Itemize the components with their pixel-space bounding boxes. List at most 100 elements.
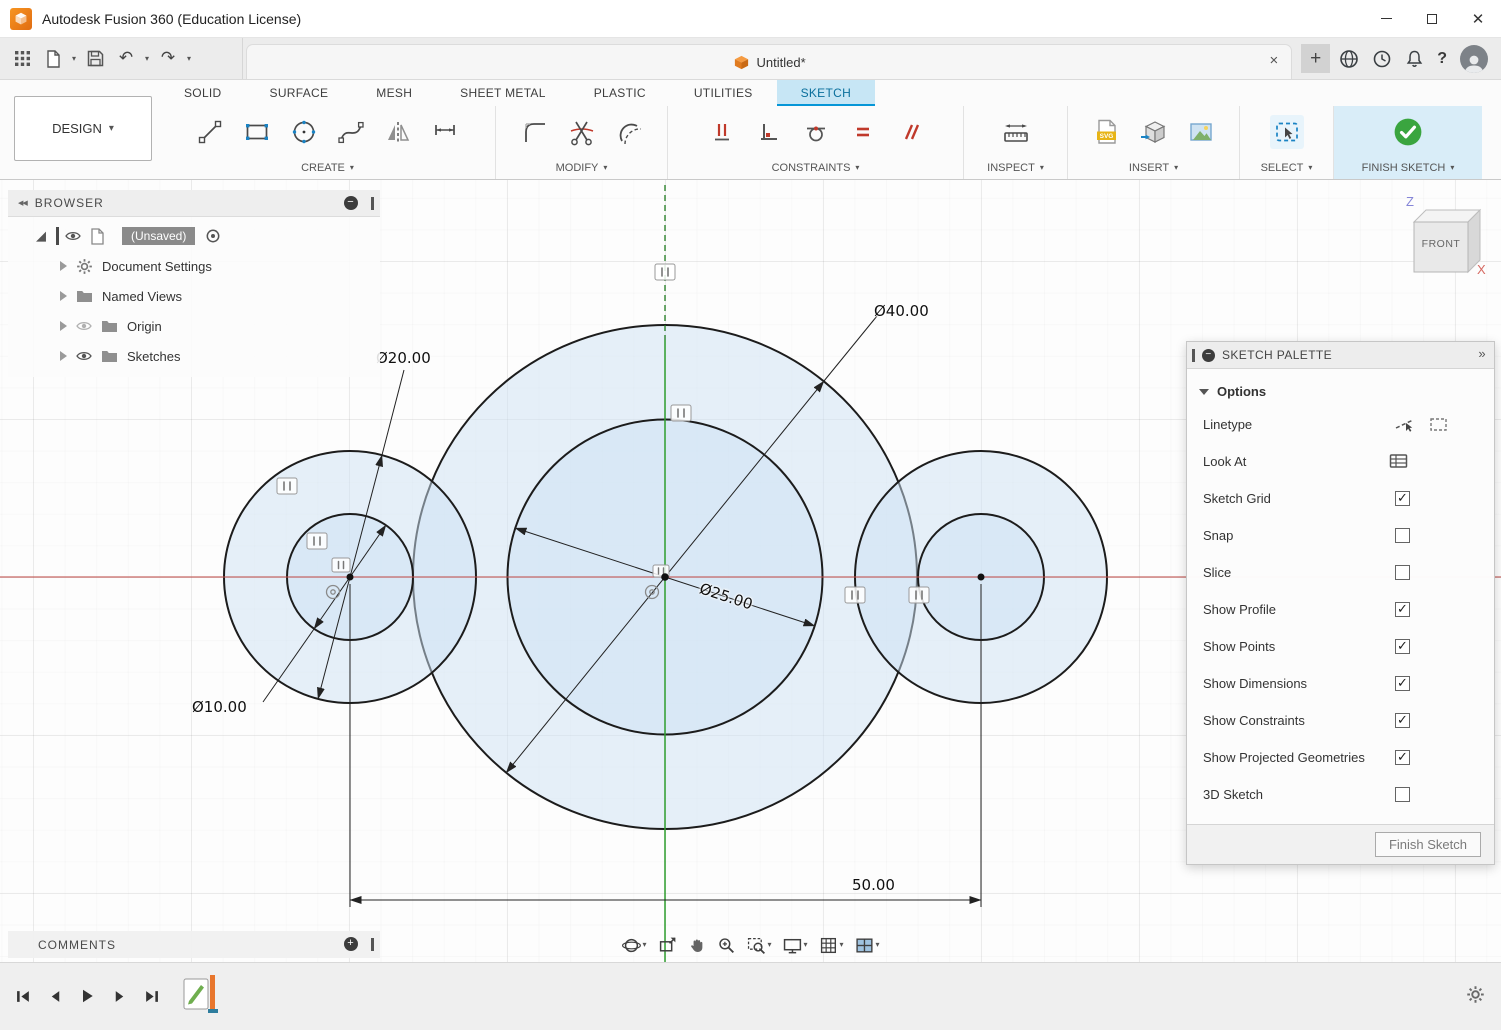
undo-icon[interactable]: ↶ bbox=[114, 47, 138, 71]
orbit-caret-icon[interactable]: ▾ bbox=[642, 941, 646, 949]
comments-add-icon[interactable]: + bbox=[344, 937, 358, 951]
tab-sketch[interactable]: SKETCH bbox=[777, 80, 875, 106]
3d-sketch-checkbox[interactable] bbox=[1395, 787, 1410, 802]
sketch-dimension-tool-icon[interactable] bbox=[428, 115, 462, 149]
maximize-button[interactable] bbox=[1409, 0, 1455, 38]
show-points-checkbox[interactable] bbox=[1395, 639, 1410, 654]
insert-derive-icon[interactable] bbox=[1137, 115, 1171, 149]
minimize-button[interactable] bbox=[1363, 0, 1409, 38]
zoom-window-caret-icon[interactable]: ▾ bbox=[767, 941, 771, 949]
root-document-label[interactable]: (Unsaved) bbox=[122, 227, 195, 245]
save-icon[interactable] bbox=[83, 47, 107, 71]
spline-tool-icon[interactable] bbox=[334, 115, 368, 149]
browser-minus-icon[interactable]: − bbox=[344, 196, 358, 210]
browser-row-named-views[interactable]: Named Views bbox=[8, 281, 380, 311]
skip-to-start-button[interactable] bbox=[10, 983, 36, 1009]
browser-row-origin[interactable]: Origin bbox=[8, 311, 380, 341]
browser-drag-triangle-icon[interactable]: ◢ bbox=[36, 228, 46, 244]
centerline-linetype-icon[interactable] bbox=[1428, 416, 1450, 433]
browser-row-document-settings[interactable]: Document Settings bbox=[8, 251, 380, 281]
expand-arrow-icon[interactable] bbox=[60, 321, 67, 331]
finish-sketch-button[interactable]: Finish Sketch bbox=[1375, 832, 1481, 857]
fillet-tool-icon[interactable] bbox=[518, 115, 552, 149]
visibility-eye-icon[interactable] bbox=[65, 228, 81, 244]
redo-icon[interactable]: ↷ bbox=[156, 47, 180, 71]
constraints-group-label[interactable]: CONSTRAINTS ▾ bbox=[668, 156, 963, 179]
modify-group-label[interactable]: MODIFY ▾ bbox=[496, 156, 667, 179]
show-constraints-checkbox[interactable] bbox=[1395, 713, 1410, 728]
help-icon[interactable]: ? bbox=[1437, 50, 1447, 68]
tab-mesh[interactable]: MESH bbox=[352, 80, 436, 106]
dimension-d10[interactable]: Ø10.00 bbox=[192, 698, 247, 716]
inspect-group-label[interactable]: INSPECT ▾ bbox=[964, 156, 1067, 179]
show-profile-checkbox[interactable] bbox=[1395, 602, 1410, 617]
show-dimensions-checkbox[interactable] bbox=[1395, 676, 1410, 691]
timeline-settings-gear-icon[interactable] bbox=[1466, 985, 1485, 1004]
tab-solid[interactable]: SOLID bbox=[160, 80, 246, 106]
zoom-window-button[interactable]: ▾ bbox=[743, 932, 774, 958]
visibility-off-eye-icon[interactable] bbox=[76, 318, 92, 334]
finish-sketch-icon[interactable] bbox=[1391, 115, 1425, 149]
insert-svg-icon[interactable]: SVG bbox=[1090, 115, 1124, 149]
timeline-sketch-feature[interactable] bbox=[183, 975, 219, 1015]
select-tool-icon[interactable] bbox=[1270, 115, 1304, 149]
undo-caret-icon[interactable]: ▾ bbox=[145, 55, 149, 63]
recent-activity-clock-icon[interactable] bbox=[1372, 49, 1392, 69]
rectangle-tool-icon[interactable] bbox=[240, 115, 274, 149]
browser-resize-handle[interactable] bbox=[371, 197, 374, 210]
grid-snap-button[interactable]: ▾ bbox=[816, 932, 847, 958]
tangent-constraint-icon[interactable] bbox=[799, 115, 833, 149]
file-menu-icon[interactable] bbox=[41, 47, 65, 71]
insert-group-label[interactable]: INSERT ▾ bbox=[1068, 156, 1239, 179]
display-settings-caret-icon[interactable]: ▾ bbox=[803, 941, 807, 949]
select-group-label[interactable]: SELECT ▾ bbox=[1240, 156, 1333, 179]
palette-minus-icon[interactable]: − bbox=[1202, 349, 1215, 362]
show-projected-geometries-checkbox[interactable] bbox=[1395, 750, 1410, 765]
browser-root-row[interactable]: ◢ (Unsaved) bbox=[8, 221, 380, 251]
avatar[interactable] bbox=[1460, 45, 1488, 73]
record-target-icon[interactable] bbox=[205, 228, 221, 244]
zoom-button[interactable] bbox=[713, 932, 738, 958]
orbit-button[interactable]: ▾ bbox=[618, 932, 649, 958]
document-tab[interactable]: Untitled* × bbox=[246, 44, 1292, 79]
expand-arrow-icon[interactable] bbox=[60, 351, 67, 361]
trim-tool-icon[interactable] bbox=[565, 115, 599, 149]
look-at-icon[interactable] bbox=[1389, 453, 1410, 470]
viewcube[interactable]: Z X FRONT bbox=[1395, 190, 1501, 294]
horizontal-vertical-constraint-icon[interactable] bbox=[705, 115, 739, 149]
snap-checkbox[interactable] bbox=[1395, 528, 1410, 543]
visibility-eye-icon[interactable] bbox=[76, 348, 92, 364]
tab-close-icon[interactable]: × bbox=[1269, 53, 1278, 68]
skip-to-end-button[interactable] bbox=[138, 983, 164, 1009]
slice-checkbox[interactable] bbox=[1395, 565, 1410, 580]
tab-surface[interactable]: SURFACE bbox=[246, 80, 353, 106]
circle-tool-icon[interactable] bbox=[287, 115, 321, 149]
insert-canvas-icon[interactable] bbox=[1184, 115, 1218, 149]
construction-linetype-icon[interactable] bbox=[1394, 416, 1416, 433]
display-settings-button[interactable]: ▾ bbox=[779, 932, 810, 958]
expand-arrow-icon[interactable] bbox=[60, 261, 67, 271]
pan-button[interactable] bbox=[684, 932, 708, 958]
perpendicular-constraint-icon[interactable] bbox=[752, 115, 786, 149]
file-menu-caret-icon[interactable]: ▾ bbox=[72, 55, 76, 63]
new-document-button[interactable]: + bbox=[1301, 44, 1330, 73]
look-at-button[interactable] bbox=[654, 932, 679, 958]
mirror-tool-icon[interactable] bbox=[381, 115, 415, 149]
step-forward-button[interactable] bbox=[106, 983, 132, 1009]
workspace-selector[interactable]: DESIGN ▾ bbox=[14, 96, 152, 161]
measure-tool-icon[interactable] bbox=[999, 115, 1033, 149]
browser-row-sketches[interactable]: Sketches bbox=[8, 341, 380, 371]
comments-resize-handle[interactable] bbox=[371, 938, 374, 951]
sketch-palette-header[interactable]: − SKETCH PALETTE » bbox=[1187, 342, 1494, 369]
redo-caret-icon[interactable]: ▾ bbox=[187, 55, 191, 63]
viewcube-front-face[interactable]: FRONT bbox=[1414, 238, 1468, 250]
palette-dock-icon[interactable]: » bbox=[1478, 346, 1486, 361]
expand-arrow-icon[interactable] bbox=[60, 291, 67, 301]
viewports-caret-icon[interactable]: ▾ bbox=[876, 941, 880, 949]
tab-plastic[interactable]: PLASTIC bbox=[570, 80, 670, 106]
job-status-icon[interactable] bbox=[1339, 49, 1359, 69]
finish-sketch-group-label[interactable]: FINISH SKETCH ▾ bbox=[1334, 156, 1482, 179]
dimension-d50[interactable]: 50.00 bbox=[852, 876, 895, 894]
sketch-grid-checkbox[interactable] bbox=[1395, 491, 1410, 506]
play-button[interactable] bbox=[74, 983, 100, 1009]
